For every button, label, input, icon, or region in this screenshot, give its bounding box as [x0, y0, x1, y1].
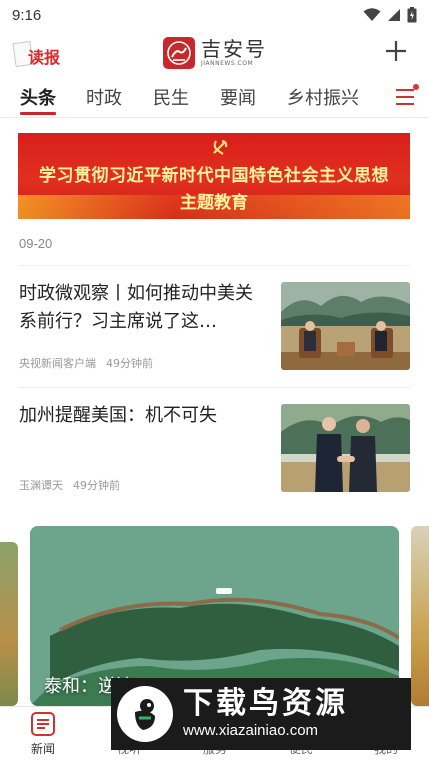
news-time: 49分钟前: [73, 479, 120, 492]
read-paper-button[interactable]: 读报: [12, 40, 64, 68]
tab-headlines[interactable]: 头条: [20, 84, 56, 110]
date-label: 09-20: [19, 236, 53, 251]
tab-livelihood[interactable]: 民生: [153, 84, 189, 110]
nav-label: 新闻: [30, 742, 55, 756]
news-time: 49分钟前: [106, 357, 153, 370]
news-title: 加州提醒美国：机不可失: [19, 405, 217, 426]
banner-title: 学习贯彻习近平新时代中国特色社会主义思想: [39, 166, 389, 186]
carousel-next-slide[interactable]: [411, 526, 429, 706]
tab-politics[interactable]: 时政: [86, 84, 122, 110]
wifi-icon: [363, 8, 381, 21]
watermark-overlay: 下载鸟资源 www.xiazainiao.com: [111, 678, 411, 750]
watermark-url: www.xiazainiao.com: [183, 722, 319, 739]
app-header: 读报 吉安号 JIANNEWS.COM: [0, 30, 429, 76]
logo-name: 吉安号: [201, 37, 267, 61]
party-emblem-icon: [213, 139, 228, 155]
watermark-title: 下载鸟资源: [183, 686, 348, 721]
logo-mark-icon: [163, 37, 195, 69]
active-tab-indicator: [20, 112, 56, 115]
tab-rural-revitalization[interactable]: 乡村振兴: [287, 84, 359, 110]
news-thumbnail: [281, 282, 410, 370]
battery-icon: [407, 7, 417, 23]
news-meta: 央视新闻客户端 49分钟前: [19, 355, 153, 371]
app-logo: 吉安号 JIANNEWS.COM: [163, 35, 267, 71]
news-meta: 玉渊谭天 49分钟前: [19, 477, 120, 493]
news-source: 玉渊谭天: [19, 479, 63, 492]
banner-subtitle: 主题教育: [180, 193, 248, 213]
channel-menu-button[interactable]: [395, 84, 419, 108]
news-thumbnail: [281, 404, 410, 492]
status-icons: [363, 7, 417, 23]
news-icon: [31, 712, 55, 736]
status-time: 9:16: [12, 6, 42, 24]
plus-icon: [386, 41, 406, 61]
theme-education-banner[interactable]: 学习贯彻习近平新时代中国特色社会主义思想 主题教育: [18, 133, 410, 219]
notification-dot: [413, 84, 419, 90]
news-source: 央视新闻客户端: [19, 357, 96, 370]
channel-tabs: 头条 时政 民生 要闻 乡村振兴: [0, 78, 429, 118]
add-button[interactable]: [383, 38, 409, 64]
signal-icon: [388, 9, 400, 21]
read-paper-label: 读报: [28, 48, 61, 67]
carousel-prev-slide[interactable]: [0, 542, 18, 706]
nav-news[interactable]: 新闻: [0, 711, 86, 761]
logo-subtitle: JIANNEWS.COM: [201, 60, 254, 67]
tab-major-news[interactable]: 要闻: [220, 84, 256, 110]
status-bar: 9:16: [0, 0, 429, 30]
news-title: 时政微观察丨如何推动中美关系前行？习主席说了这…: [19, 283, 253, 332]
watermark-logo-icon: [117, 686, 173, 742]
